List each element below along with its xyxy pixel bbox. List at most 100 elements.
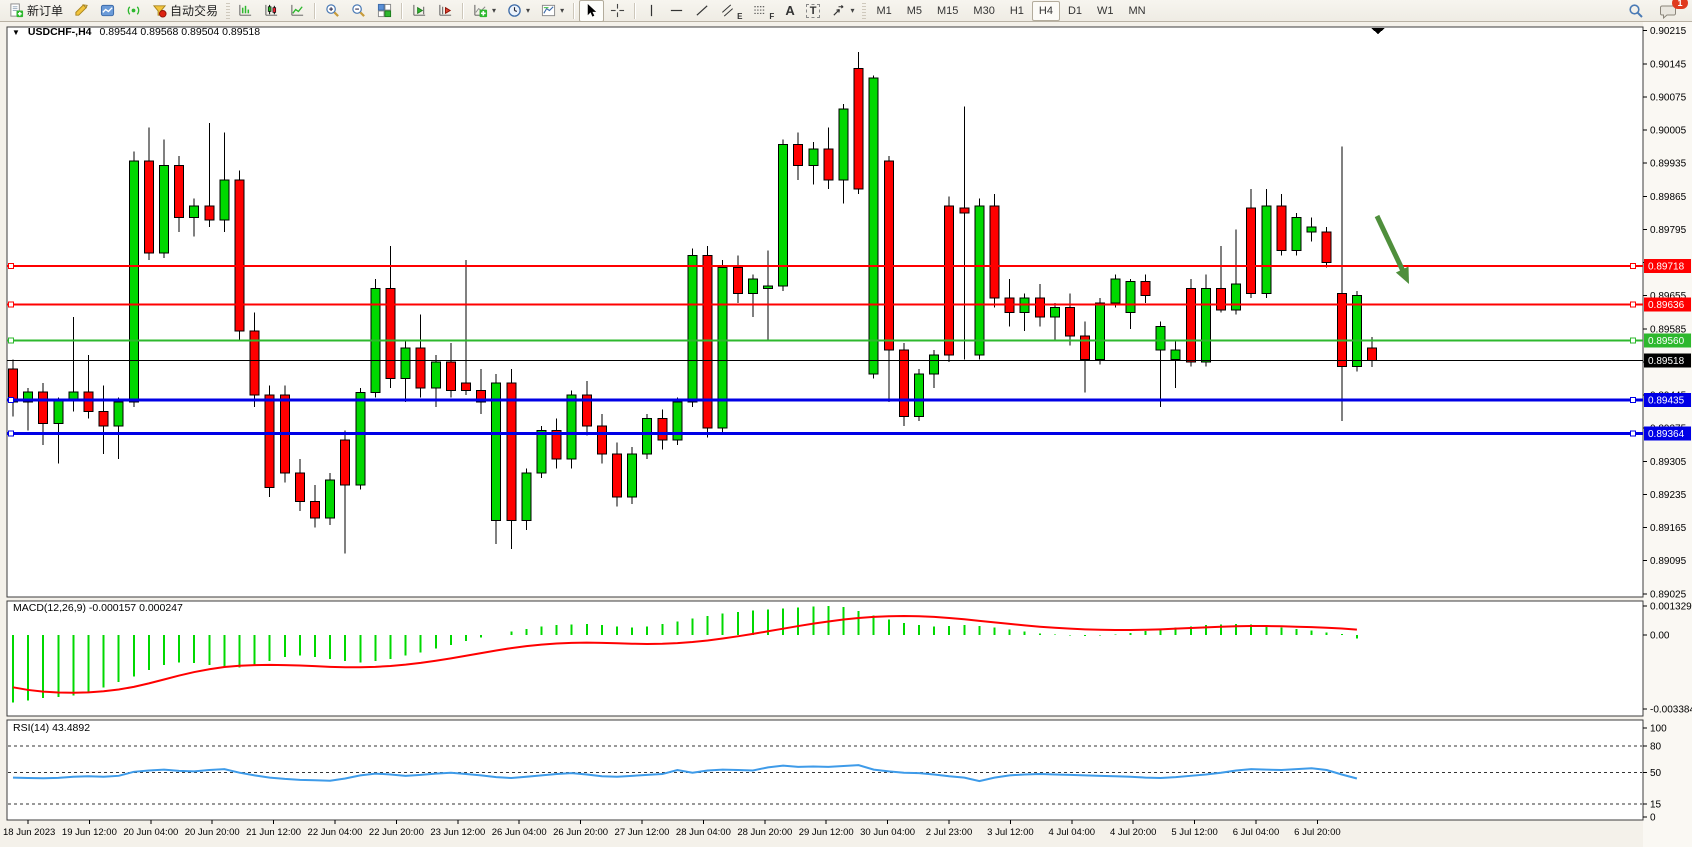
price-tick-label: 0.89865 (1650, 192, 1687, 203)
hline-tool-button[interactable] (664, 0, 689, 22)
chat-button[interactable]: 1 (1655, 0, 1682, 22)
line-chart-icon (290, 3, 305, 18)
chart-line-button[interactable] (285, 0, 310, 22)
rsi-plot[interactable] (7, 720, 1643, 820)
tf-w1-button[interactable]: W1 (1090, 1, 1121, 21)
tf-h4-button[interactable]: H4 (1032, 1, 1060, 21)
new-order-button[interactable]: 新订单 (4, 0, 68, 22)
indicators-caret: ▾ (492, 6, 496, 15)
time-tick-label: 2 Jul 23:00 (926, 827, 972, 838)
chat-badge: 1 (1672, 0, 1688, 9)
hline-handle[interactable] (9, 431, 14, 436)
zoom-in-button[interactable] (320, 0, 345, 22)
hline-handle[interactable] (1631, 263, 1636, 268)
candle-up (190, 206, 199, 218)
time-tick-label: 20 Jun 04:00 (123, 827, 178, 838)
candle-down (597, 426, 606, 454)
time-tick-label: 6 Jul 04:00 (1233, 827, 1279, 838)
candle-up (915, 374, 924, 417)
candle-up (869, 78, 878, 374)
tf-m5-button[interactable]: M5 (900, 1, 929, 21)
price-tag-label: 0.89435 (1648, 395, 1685, 406)
candle-up (1156, 326, 1165, 350)
editor-button[interactable] (69, 0, 94, 22)
trendline-tool-button[interactable] (690, 0, 715, 22)
signal-button[interactable] (121, 0, 146, 22)
auto-trading-button[interactable]: 自动交易 (147, 0, 223, 22)
tf-d1-button[interactable]: D1 (1061, 1, 1089, 21)
crosshair-icon (610, 3, 625, 18)
chart-candles-button[interactable] (259, 0, 284, 22)
zoom-out-button[interactable] (346, 0, 371, 22)
text-tool-button[interactable]: A (780, 0, 799, 22)
market-watch-button[interactable] (95, 0, 120, 22)
time-tick-label: 20 Jun 20:00 (185, 827, 240, 838)
candle-up (1262, 206, 1271, 294)
arrows-tool-button[interactable]: ▾ (826, 0, 859, 22)
candle-up (401, 348, 410, 379)
rsi-axis-label: 80 (1650, 742, 1662, 753)
vline-tool-button[interactable] (640, 0, 663, 22)
candle-down (1277, 206, 1286, 251)
indicators-button[interactable]: ▾ (468, 0, 501, 22)
candle-down (884, 161, 893, 350)
candle-down (990, 206, 999, 298)
main-plot[interactable] (7, 27, 1643, 597)
periods-button[interactable]: ▾ (502, 0, 535, 22)
hline-handle[interactable] (9, 397, 14, 402)
price-tick-label: 0.89235 (1650, 490, 1687, 501)
indicators-icon (473, 3, 488, 18)
chart-ohlc-values: 0.89544 0.89568 0.89504 0.89518 (100, 26, 261, 38)
hline-handle[interactable] (9, 338, 14, 343)
chart-bars-button[interactable] (233, 0, 258, 22)
price-tick-label: 0.89095 (1650, 556, 1687, 567)
chart-shift-button[interactable] (433, 0, 458, 22)
fibonacci-tool-button[interactable]: F (748, 0, 779, 22)
candle-up (1201, 289, 1210, 362)
candle-up (567, 395, 576, 459)
rsi-axis-label: 100 (1650, 724, 1667, 735)
candle-up (492, 383, 501, 520)
candle-up (764, 286, 773, 288)
hline-handle[interactable] (9, 302, 14, 307)
candle-up (628, 454, 637, 497)
chart-symbol-period: USDCHF-,H4 (28, 26, 92, 38)
tile-windows-button[interactable] (372, 0, 397, 22)
hline-handle[interactable] (1631, 397, 1636, 402)
tf-m15-button[interactable]: M15 (930, 1, 965, 21)
crosshair-tool-button[interactable] (605, 0, 630, 22)
toolbar-separator (314, 3, 316, 19)
market-watch-icon (100, 3, 115, 18)
candle-up (809, 149, 818, 166)
cursor-tool-button[interactable] (579, 0, 604, 22)
chart-collapse-icon[interactable]: ▼ (12, 28, 20, 37)
templates-button[interactable]: ▾ (536, 0, 569, 22)
price-tag-label: 0.89560 (1648, 336, 1685, 347)
candle-down (175, 166, 184, 218)
horizontal-line-icon (669, 3, 684, 18)
fibonacci-letter: F (769, 12, 774, 21)
hline-handle[interactable] (1631, 338, 1636, 343)
tf-h1-button[interactable]: H1 (1003, 1, 1031, 21)
macd-plot[interactable] (7, 601, 1643, 716)
candle-down (1217, 289, 1226, 310)
search-button[interactable] (1623, 0, 1649, 22)
candle-down (205, 206, 214, 220)
tf-m1-button[interactable]: M1 (869, 1, 898, 21)
label-tool-button[interactable]: T (801, 0, 826, 22)
price-tick-label: 0.90075 (1650, 92, 1687, 103)
hline-handle[interactable] (1631, 431, 1636, 436)
rsi-indicator-label: RSI(14) 43.4892 (13, 722, 90, 734)
tf-m30-button[interactable]: M30 (966, 1, 1001, 21)
chart-canvas[interactable]: 0.902150.901450.900750.900050.899350.898… (0, 22, 1692, 847)
channel-tool-button[interactable]: E (716, 0, 747, 22)
time-tick-label: 29 Jun 12:00 (799, 827, 854, 838)
pencil-icon (74, 3, 89, 18)
tf-mn-button[interactable]: MN (1122, 1, 1153, 21)
hline-handle[interactable] (9, 263, 14, 268)
clock-icon (507, 3, 522, 18)
toolbar-grip (862, 3, 866, 19)
auto-scroll-button[interactable] (407, 0, 432, 22)
hline-handle[interactable] (1631, 302, 1636, 307)
price-tag-label: 0.89718 (1648, 261, 1685, 272)
